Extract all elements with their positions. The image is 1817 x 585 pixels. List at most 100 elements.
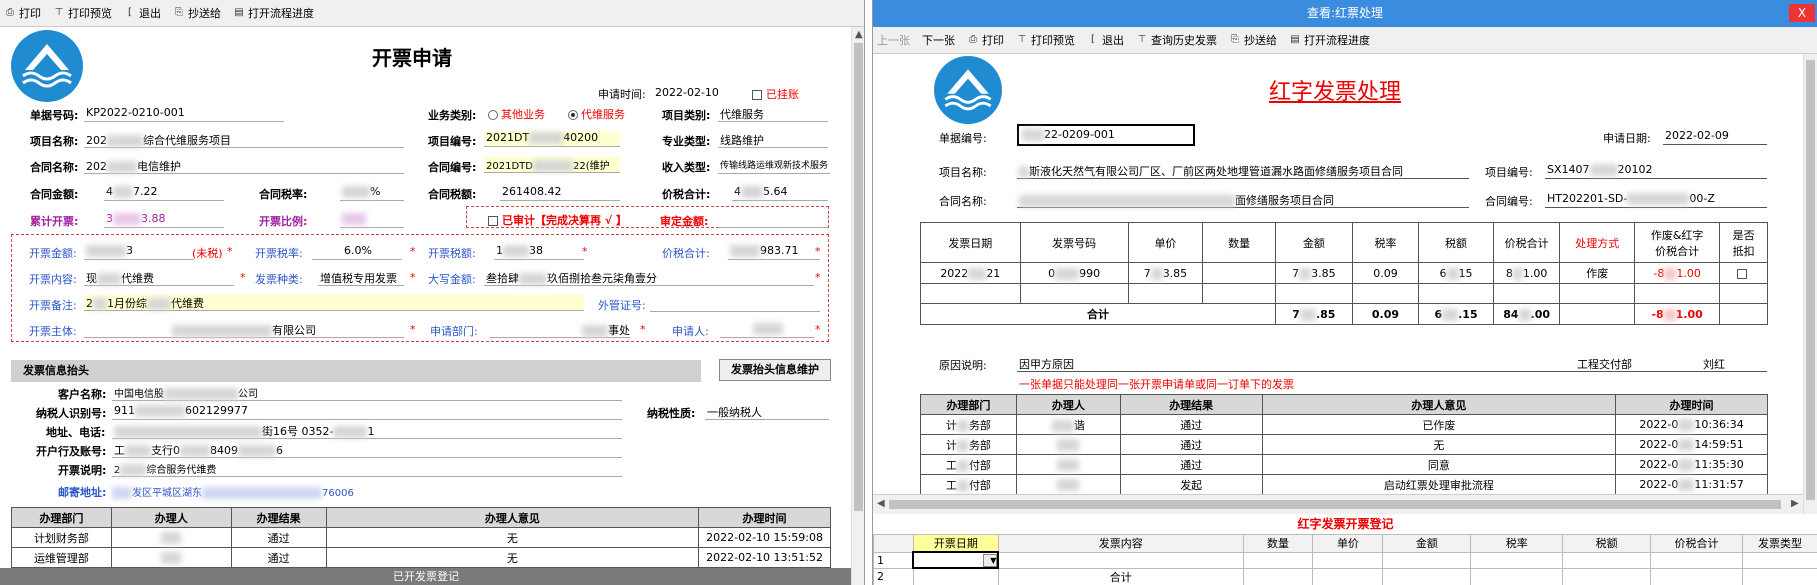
reason-label: 原因说明: (939, 359, 987, 372)
copy-send-button[interactable]: ⎘ 抄送给 (1229, 32, 1277, 48)
biz-type-maintenance-radio[interactable]: 代维服务 (568, 106, 625, 122)
hung-account-checkbox[interactable]: 已挂账 (752, 86, 799, 102)
scroll-thumb[interactable] (1806, 60, 1815, 500)
mail-address-label: 邮寄地址: (58, 486, 107, 499)
table-row[interactable]: 2022 21 0 990 7 3.85 7 3.85 0.09 6 15 8 1.00 作… (920, 262, 1768, 284)
audited-checkbox[interactable]: 已审计【完成决算再 √ 】 (488, 212, 627, 228)
project-no-field[interactable]: 2021DT 40200 (484, 131, 620, 147)
price-total-field[interactable]: 4 5.64 (732, 185, 828, 201)
scroll-thumb[interactable] (854, 43, 863, 511)
issued-invoice-bar[interactable]: 已开发票登记 (0, 568, 852, 585)
contract-name-field[interactable]: 面修缮服务项目合同 (1017, 192, 1469, 208)
col-header-reg-price: 单价 (1312, 534, 1384, 553)
applicant-field[interactable] (720, 322, 814, 338)
left-vertical-scrollbar[interactable]: ▲ (851, 27, 864, 585)
invoice-total-field[interactable]: 983.71 (728, 244, 820, 260)
close-icon: X (1797, 6, 1807, 20)
table-row[interactable]: 计务部 通过 无 2022-0 14:59:51 (920, 434, 1768, 455)
query-history-button[interactable]: ⊤ 查询历史发票 (1136, 32, 1217, 48)
project-type-label: 项目类别: (662, 109, 711, 122)
print-button[interactable]: ⎙ 打印 (967, 32, 1004, 48)
exit-button[interactable]: [退出 (124, 5, 161, 21)
doc-no-field[interactable]: KP2022-0210-001 (84, 106, 284, 122)
contract-rate-field[interactable]: % (340, 185, 404, 201)
copy-send-button[interactable]: ⎘ 抄送给 (173, 5, 221, 21)
col-header-reg-qty: 数量 (1242, 534, 1314, 553)
cumulative-invoice-field[interactable]: 3 3.88 (104, 212, 224, 228)
bank-label: 开户行及账号: (36, 445, 107, 458)
doc-no-field[interactable]: 22-0209-001 (1017, 124, 1195, 146)
table-row[interactable]: 工付部 发起 启动红票处理审批流程 2022-0 11:31:57 (920, 474, 1768, 495)
table-row[interactable]: 运维管理部 通过 无 2022-02-10 13:51:52 (11, 547, 831, 568)
invoice-content-field[interactable]: 现代维费 (84, 270, 234, 286)
print-preview-button[interactable]: ⊤ 打印预览 (1016, 32, 1075, 48)
bank-field[interactable]: 工支行0 8409 6 (112, 442, 622, 458)
scroll-up-icon[interactable]: ▲ (855, 29, 863, 40)
print-button[interactable]: ⎙ 打印 (4, 5, 41, 21)
table-row[interactable]: 工付部 通过 同意 2022-0 11:35:30 (920, 454, 1768, 475)
page-title: 红字发票处理 (1269, 80, 1402, 105)
major-type-field[interactable]: 线路维护 (718, 132, 828, 148)
reg-date-dropdown[interactable]: ▼ (912, 551, 1000, 569)
right-vertical-scrollbar[interactable] (1803, 54, 1817, 514)
close-button[interactable]: X (1789, 4, 1815, 22)
copy-send-icon: ⎘ (1231, 34, 1239, 45)
contract-no-field[interactable]: 2021DTD 22(维护 (484, 157, 620, 173)
col-header-quantity: 数量 (1202, 222, 1276, 263)
invoice-rate-field[interactable]: 6.0% (312, 244, 402, 260)
col-header-deduct: 是否 抵扣 (1719, 222, 1768, 263)
invoice-amount-field[interactable]: 3 (84, 244, 194, 260)
project-no-field[interactable]: SX1407 20102 (1545, 163, 1767, 179)
company-logo (11, 30, 83, 102)
invoice-desc-field[interactable]: 2 综合服务代维费 (112, 461, 622, 477)
project-name-field[interactable]: 斯液化天然气有限公司厂区、厂前区两处地埋管道漏水路面修缮服务项目合同 (1017, 163, 1469, 179)
exit-button[interactable]: [退出 (1087, 32, 1124, 48)
invoice-ratio-field[interactable] (340, 212, 404, 228)
next-button[interactable]: 下一张 (922, 32, 955, 48)
invoice-kind-field[interactable]: 增值税专用发票 (318, 270, 404, 286)
project-name-field[interactable]: 202 综合代维服务项目 (84, 132, 404, 148)
contract-tax-field[interactable]: 261408.42 (500, 185, 620, 201)
apply-dept-field[interactable]: 事处 (490, 322, 630, 338)
address-field[interactable]: 街16号 0352- 1 (112, 423, 622, 439)
contract-amount-field[interactable]: 4 7.22 (104, 185, 224, 201)
contract-name-field[interactable]: 202 电信维护 (84, 158, 404, 174)
audit-amount-field[interactable] (718, 212, 828, 228)
scroll-left-icon[interactable]: ◀ (877, 498, 885, 509)
scroll-right-icon[interactable]: ▶ (1791, 498, 1799, 509)
income-type-field[interactable]: 传输线路运维观新技术服务 (718, 158, 830, 174)
taxpayer-type-field[interactable]: 一般纳税人 (705, 404, 829, 420)
apply-date-field[interactable]: 2022-02-09 (1663, 129, 1767, 145)
invoice-tax-label: 开票税额: (428, 247, 476, 260)
prev-button[interactable]: 上一张 (877, 32, 910, 48)
chevron-down-icon[interactable]: ▼ (983, 554, 998, 567)
table-row[interactable]: 1 ▼ (873, 551, 1817, 569)
print-preview-button[interactable]: ⊤ 打印预览 (53, 5, 112, 21)
open-flow-button[interactable]: ▤ 打开流程进度 (233, 5, 314, 21)
table-row[interactable]: 计务部 谐 通过 已作废 2022-0 10:36:34 (920, 414, 1768, 435)
left-toolbar: ⎙ 打印 ⊤ 打印预览 [退出 ⎘ 抄送给 ▤ 打开流程进度 (0, 0, 864, 27)
foreign-cert-field[interactable] (650, 296, 820, 312)
table-row[interactable]: 2 合计 (873, 567, 1817, 585)
right-horizontal-scrollbar[interactable]: ◀ ▶ (873, 494, 1803, 514)
project-type-field[interactable]: 代维服务 (718, 106, 828, 122)
biz-type-other-radio[interactable]: 其他业务 (488, 106, 545, 122)
invoice-header-maintain-button[interactable]: 发票抬头信息维护 (719, 359, 831, 381)
invoice-tax-field[interactable]: 1 38 (494, 244, 584, 260)
deduct-checkbox[interactable] (1736, 268, 1747, 279)
doc-no-label: 单据编号: (939, 132, 987, 145)
taxpayer-no-field[interactable]: 911 602129977 (112, 404, 622, 420)
upper-amount-field[interactable]: 叁拾肆 玖佰捌拾叁元柒角壹分 (484, 270, 814, 286)
invoice-note-field[interactable]: 2 1月份综 代维费 (84, 295, 584, 311)
open-flow-button[interactable]: ▤ 打开流程进度 (1289, 32, 1370, 48)
scroll-thumb[interactable] (889, 500, 1781, 509)
biz-type-label: 业务类别: (428, 109, 477, 122)
col-header-reg-date: 开票日期 (912, 534, 999, 553)
table-row[interactable] (920, 283, 1768, 304)
reason-field[interactable]: 因甲方原因 (1017, 356, 1767, 372)
table-row[interactable]: 计划财务部 通过 无 2022-02-10 15:59:08 (11, 527, 831, 548)
invoice-subject-field[interactable]: 有限公司 (84, 322, 404, 338)
contract-no-field[interactable]: HT202201-SD- 00-Z (1545, 192, 1767, 208)
col-header-reg-type: 发票类型 (1742, 534, 1817, 553)
customer-field[interactable]: 中国电信股 公司 (112, 385, 622, 401)
